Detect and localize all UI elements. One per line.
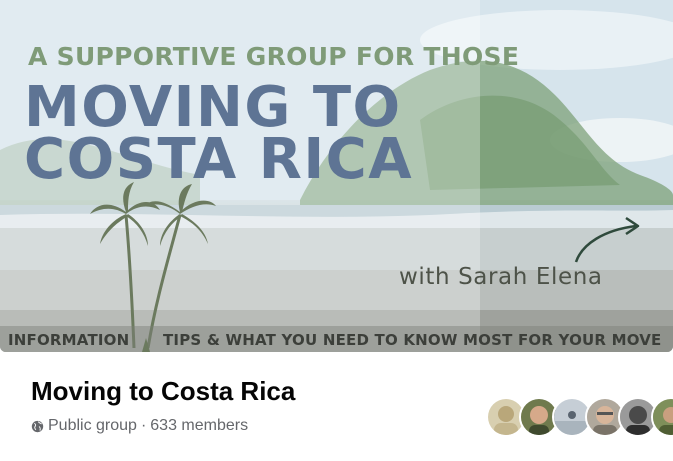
- cover-headline: MOVING TO COSTA RICA: [24, 80, 544, 192]
- group-cover-photo[interactable]: A SUPPORTIVE GROUP FOR THOSE MOVING TO C…: [0, 0, 673, 352]
- group-title[interactable]: Moving to Costa Rica: [31, 376, 295, 407]
- cover-bottom-right-text: TIPS & WHAT YOU NEED TO KNOW MOST FOR YO…: [163, 331, 662, 349]
- cover-headline-line-2: COSTA RICA: [24, 127, 414, 192]
- group-privacy[interactable]: Public group: [48, 417, 137, 435]
- cover-host-text: with Sarah Elena: [399, 264, 603, 290]
- avatar[interactable]: [651, 397, 673, 437]
- globe-icon: [31, 420, 44, 432]
- group-member-count[interactable]: 633 members: [150, 417, 248, 435]
- meta-separator: ·: [140, 417, 147, 434]
- group-meta: Public group · 633 members: [31, 417, 248, 435]
- cover-bottom-strip: INFORMATION TIPS & WHAT YOU NEED TO KNOW…: [0, 328, 673, 352]
- cover-tagline: A SUPPORTIVE GROUP FOR THOSE: [28, 42, 520, 71]
- cover-bottom-left-text: INFORMATION: [8, 331, 130, 349]
